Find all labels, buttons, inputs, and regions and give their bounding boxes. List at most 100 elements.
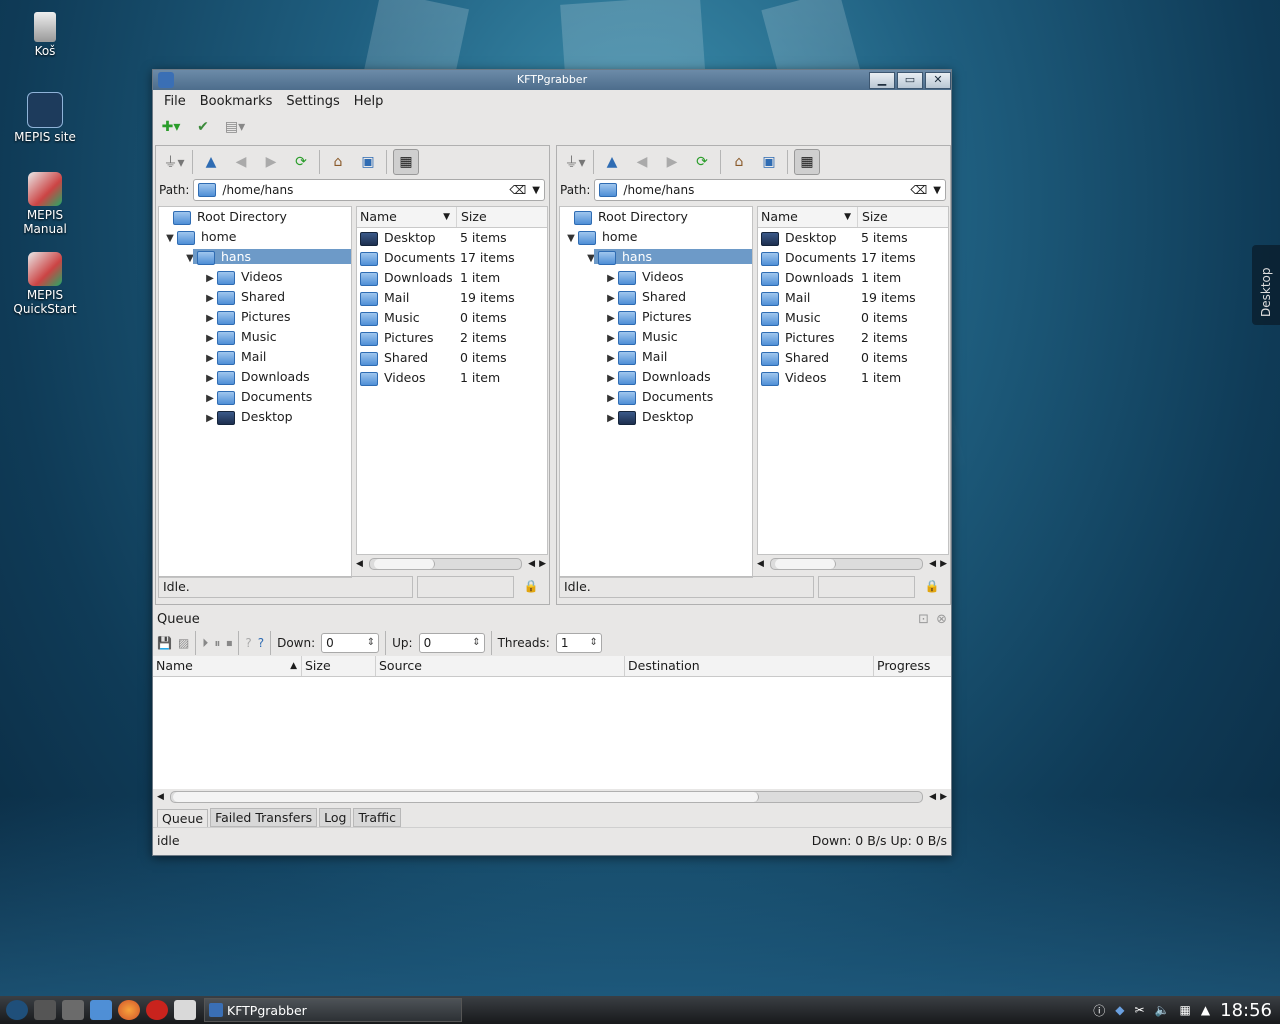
list-item[interactable]: Videos 1 item [357,368,547,388]
tab-log[interactable]: Log [319,808,352,827]
chevron-right-icon[interactable]: ▶ [604,369,618,389]
tree-item-hans[interactable]: ▼ hans [159,247,351,267]
column-header-source[interactable]: Source [376,656,625,676]
chevron-right-icon[interactable]: ▶ [604,289,618,309]
horizontal-scrollbar[interactable]: ◀ ◀ ▶ [356,556,546,572]
forward-arrow-icon[interactable]: ▶ [259,150,283,174]
volume-icon[interactable]: 🔈 [1155,1003,1170,1017]
chevron-right-icon[interactable]: ▶ [604,349,618,369]
up-speed-stepper[interactable]: 0 [418,633,485,653]
scroll-right-icon[interactable]: ▶ [940,559,947,569]
horizontal-scrollbar[interactable]: ◀ ◀ ▶ [757,556,947,572]
chevron-down-icon[interactable]: ▼ [933,185,941,196]
list-item[interactable]: Music 0 items [357,308,547,328]
tab-failed-transfers[interactable]: Failed Transfers [210,808,318,827]
down-speed-stepper[interactable]: 0 [321,633,380,653]
threads-stepper[interactable]: 1 [555,633,602,653]
scroll-left-icon[interactable]: ◀ [157,792,164,802]
chevron-right-icon[interactable]: ▶ [604,309,618,329]
menu-file[interactable]: File [164,94,186,109]
kftp-tray-icon[interactable]: ◆ [1115,1003,1124,1017]
desktop-icon-mepis-site[interactable]: MEPIS site [5,92,85,144]
scroll-left-icon[interactable]: ◀ [528,559,535,569]
scroll-track[interactable] [368,558,523,570]
kde-menu-icon[interactable] [6,1000,28,1020]
mail-icon[interactable] [174,1000,196,1020]
column-header-name[interactable]: Name ▲ [153,656,302,676]
tree-item-documents[interactable]: ▶ Documents [159,387,351,407]
check-icon[interactable]: ✔ [191,115,215,139]
chevron-right-icon[interactable]: ▶ [203,329,217,349]
firefox-icon[interactable] [118,1000,140,1020]
minimize-button[interactable]: ▁ [869,72,895,89]
list-item[interactable]: Mail 19 items [357,288,547,308]
scroll-right-icon[interactable]: ▶ [940,792,947,802]
close-button[interactable]: ✕ [925,72,951,89]
list-item[interactable]: Documents 17 items [758,248,948,268]
whats-this-icon[interactable]: ? [258,636,264,650]
path-input[interactable]: /home/hans ⌫ ▼ [193,179,545,201]
tree-item-videos[interactable]: ▶ Videos [159,267,351,287]
list-item[interactable]: Pictures 2 items [357,328,547,348]
list-item[interactable]: Music 0 items [758,308,948,328]
play-icon[interactable]: ⏵ [202,636,208,651]
list-item[interactable]: Desktop 5 items [357,228,547,248]
desktop-icon-mepis-quickstart[interactable]: MEPIS QuickStart [5,252,85,316]
queue-list[interactable] [153,677,951,789]
tab-queue[interactable]: Queue [157,809,209,827]
chevron-right-icon[interactable]: ▶ [203,369,217,389]
clear-icon[interactable]: ⌫ [509,183,526,197]
chevron-right-icon[interactable]: ▶ [203,389,217,409]
load-icon[interactable]: ▨ [178,636,189,650]
document-menu-icon[interactable]: ▤▾ [223,115,247,139]
home-icon[interactable]: ⌂ [326,150,350,174]
list-item[interactable]: Desktop 5 items [758,228,948,248]
column-header-name[interactable]: Name ▼ [758,207,857,227]
tools-icon[interactable] [62,1000,84,1020]
scissors-icon[interactable]: ✂ [1135,1003,1145,1017]
scroll-left-icon[interactable]: ◀ [356,559,363,569]
scroll-track[interactable] [769,558,924,570]
reload-icon[interactable]: ⟳ [690,150,714,174]
tab-traffic[interactable]: Traffic [353,808,401,827]
tree-item-downloads[interactable]: ▶ Downloads [560,367,752,387]
tree-item-shared[interactable]: ▶ Shared [159,287,351,307]
desktop-pager-icon[interactable] [34,1000,56,1020]
desktop-icon-trash[interactable]: Koš [5,12,85,58]
taskbar-item-kftpgrabber[interactable]: KFTPgrabber [204,998,462,1022]
tree-item-documents[interactable]: ▶ Documents [560,387,752,407]
scroll-thumb[interactable] [373,559,435,569]
list-item[interactable]: Mail 19 items [758,288,948,308]
column-header-destination[interactable]: Destination [625,656,874,676]
scroll-left-icon[interactable]: ◀ [757,559,764,569]
float-icon[interactable]: ⊡ [918,610,929,630]
list-item[interactable]: Downloads 1 item [357,268,547,288]
queue-horizontal-scrollbar[interactable]: ◀ ◀ ▶ [153,789,951,805]
forward-arrow-icon[interactable]: ▶ [660,150,684,174]
chevron-right-icon[interactable]: ▶ [203,289,217,309]
save-icon[interactable]: 💾 [157,636,172,650]
column-header-size[interactable]: Size [857,207,948,227]
list-item[interactable]: Videos 1 item [758,368,948,388]
home-icon[interactable]: ⌂ [727,150,751,174]
chevron-down-icon[interactable]: ▼ [532,185,540,196]
menu-help[interactable]: Help [354,94,384,109]
scroll-left-icon[interactable]: ◀ [929,792,936,802]
title-bar[interactable]: KFTPgrabber ▁ ▭ ✕ [153,70,951,90]
chevron-right-icon[interactable]: ▶ [604,269,618,289]
tree-item-music[interactable]: ▶ Music [560,327,752,347]
desktop-side-tab[interactable]: Desktop [1252,245,1280,325]
back-arrow-icon[interactable]: ◀ [630,150,654,174]
tree-item-mail[interactable]: ▶ Mail [560,347,752,367]
chevron-right-icon[interactable]: ▶ [203,409,217,429]
tree-item-videos[interactable]: ▶ Videos [560,267,752,287]
chevron-right-icon[interactable]: ▶ [604,409,618,429]
tree-item-desktop[interactable]: ▶ Desktop [159,407,351,427]
list-item[interactable]: Pictures 2 items [758,328,948,348]
stop-icon[interactable]: ⏹ [226,636,232,651]
menu-settings[interactable]: Settings [286,94,339,109]
help-icon[interactable]: ? [245,636,251,650]
scroll-thumb[interactable] [774,559,836,569]
chevron-right-icon[interactable]: ▶ [203,349,217,369]
column-header-size[interactable]: Size [302,656,376,676]
